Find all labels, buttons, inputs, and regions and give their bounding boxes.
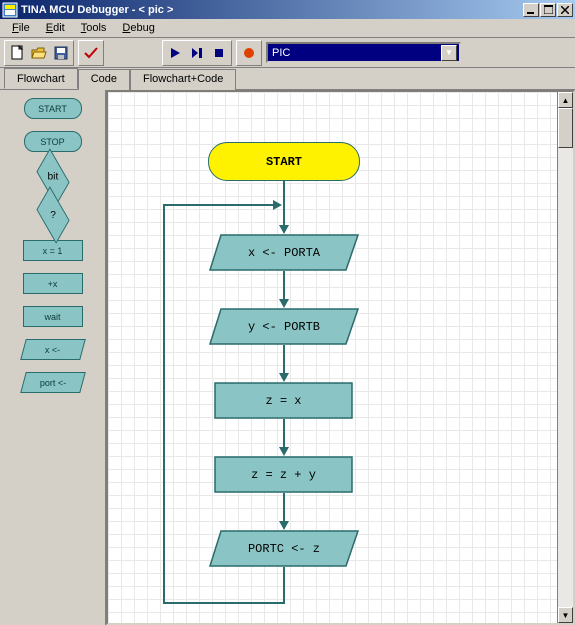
- flow-arrow: [283, 345, 285, 373]
- flow-arrow: [283, 493, 285, 521]
- flow-arrow: [163, 204, 274, 206]
- flowchart-io-node[interactable]: y <- PORTB: [209, 308, 359, 345]
- flow-arrow: [163, 204, 165, 604]
- arrow-head-icon: [279, 373, 289, 382]
- new-file-button[interactable]: [6, 42, 28, 64]
- tab-flowchart[interactable]: Flowchart: [4, 68, 78, 89]
- flowchart-canvas[interactable]: START x <- PORTA y <- PORTB z =: [108, 92, 558, 625]
- close-button[interactable]: [557, 3, 573, 17]
- open-file-button[interactable]: [28, 42, 50, 64]
- arrow-head-icon: [279, 225, 289, 234]
- menu-edit[interactable]: Edit: [38, 20, 73, 36]
- canvas-area[interactable]: START x <- PORTA y <- PORTB z =: [106, 90, 575, 625]
- workspace: START STOP bit ? x = 1 +x wait x <- port…: [0, 90, 575, 625]
- menu-debug[interactable]: Debug: [114, 20, 162, 36]
- palette-decision-shape[interactable]: ?: [36, 186, 69, 243]
- tab-bar: Flowchart Code Flowchart+Code: [0, 68, 575, 90]
- app-icon: [2, 2, 18, 18]
- toolbar: PIC ▼: [0, 38, 575, 68]
- flow-arrow: [283, 419, 285, 447]
- window-titlebar: TINA MCU Debugger - < pic >: [0, 0, 575, 19]
- flowchart-process-node[interactable]: z = z + y: [214, 456, 353, 493]
- step-forward-button[interactable]: [186, 42, 208, 64]
- shape-palette: START STOP bit ? x = 1 +x wait x <- port…: [0, 90, 106, 625]
- flowchart-io-node[interactable]: x <- PORTA: [209, 234, 359, 271]
- flowchart-process-node[interactable]: z = x: [214, 382, 353, 419]
- flow-arrow: [283, 271, 285, 299]
- palette-wait-shape[interactable]: wait: [23, 306, 83, 327]
- menu-file[interactable]: File: [4, 20, 38, 36]
- flowchart-start-node[interactable]: START: [208, 142, 360, 181]
- palette-input-shape[interactable]: x <-: [20, 339, 86, 360]
- palette-assign-shape[interactable]: x = 1: [23, 240, 83, 261]
- palette-stop-shape[interactable]: STOP: [24, 131, 82, 152]
- arrow-head-icon: [279, 447, 289, 456]
- play-button[interactable]: [164, 42, 186, 64]
- maximize-button[interactable]: [540, 3, 556, 17]
- scroll-up-button[interactable]: ▲: [558, 92, 573, 108]
- palette-start-shape[interactable]: START: [24, 98, 82, 119]
- tab-code[interactable]: Code: [78, 69, 130, 90]
- menu-bar: File Edit Tools Debug: [0, 19, 575, 38]
- stop-button[interactable]: [208, 42, 230, 64]
- breakpoint-button[interactable]: [238, 42, 260, 64]
- scroll-track[interactable]: [558, 108, 573, 607]
- scroll-down-button[interactable]: ▼: [558, 607, 573, 623]
- save-button[interactable]: [50, 42, 72, 64]
- flow-arrow: [283, 181, 285, 225]
- flow-arrow: [283, 567, 285, 603]
- dropdown-value: PIC: [270, 47, 441, 59]
- target-dropdown[interactable]: PIC ▼: [266, 42, 461, 63]
- check-button[interactable]: [80, 42, 102, 64]
- window-title: TINA MCU Debugger - < pic >: [21, 4, 523, 16]
- flowchart-io-node[interactable]: PORTC <- z: [209, 530, 359, 567]
- arrow-head-icon: [279, 521, 289, 530]
- tab-flowchart-code[interactable]: Flowchart+Code: [130, 69, 236, 90]
- chevron-down-icon[interactable]: ▼: [441, 45, 457, 61]
- flow-arrow: [163, 602, 285, 604]
- minimize-button[interactable]: [523, 3, 539, 17]
- menu-tools[interactable]: Tools: [73, 20, 115, 36]
- vertical-scrollbar[interactable]: ▲ ▼: [557, 92, 573, 623]
- palette-output-shape[interactable]: port <-: [20, 372, 86, 393]
- arrow-head-icon: [273, 200, 282, 210]
- scroll-thumb[interactable]: [558, 108, 573, 148]
- palette-increment-shape[interactable]: +x: [23, 273, 83, 294]
- arrow-head-icon: [279, 299, 289, 308]
